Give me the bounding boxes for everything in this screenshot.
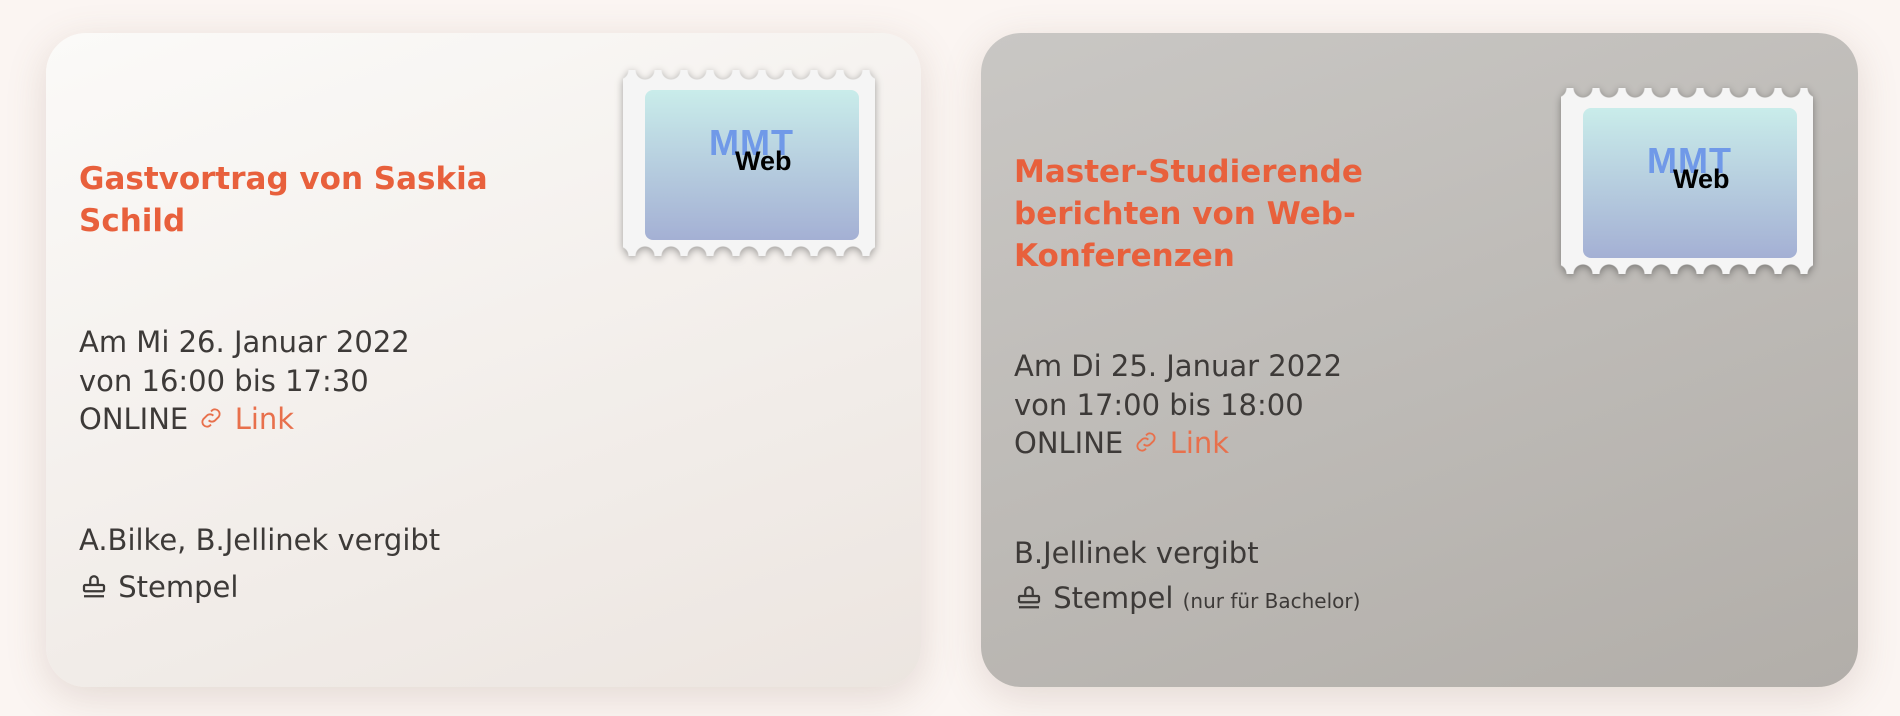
event-title: Master-Studierende berichten von Web-Kon… [1014,154,1363,274]
event-date: Am Mi 26. Januar 2022 [79,325,410,359]
event-title: Gastvortrag von Saskia Schild [79,161,488,239]
link-icon [1136,432,1157,452]
location-label: ONLINE [1014,426,1124,460]
event-link[interactable]: Link [1132,426,1229,460]
link-icon [201,408,222,428]
event-location: ONLINE Link [79,400,294,439]
mmt-web-stamp-logo: MMT Web [1561,88,1813,274]
location-label: ONLINE [79,402,189,436]
event-location: ONLINE Link [1014,424,1229,463]
event-date: Am Di 25. Januar 2022 [1014,349,1343,383]
event-time: von 17:00 bis 18:00 [1014,388,1304,422]
stamp-note: (nur für Bachelor) [1182,589,1361,613]
stamp-icon [1017,586,1041,609]
stamp-icon [82,575,106,598]
event-stamp-info: Stempel (nur für Bachelor) [1014,579,1360,621]
event-card[interactable]: MMT Web Master-Studierende berichten von … [981,33,1858,687]
mmt-web-stamp-logo: MMT Web [623,70,875,256]
event-organizer: A.Bilke, B.Jellinek vergibt [79,523,441,557]
event-link[interactable]: Link [197,402,294,436]
event-organizer: B.Jellinek vergibt [1014,536,1259,570]
event-card[interactable]: MMT Web Gastvortrag von Saskia Schild Am … [46,33,921,687]
event-time: von 16:00 bis 17:30 [79,364,369,398]
event-stamp-info: Stempel [79,568,238,607]
